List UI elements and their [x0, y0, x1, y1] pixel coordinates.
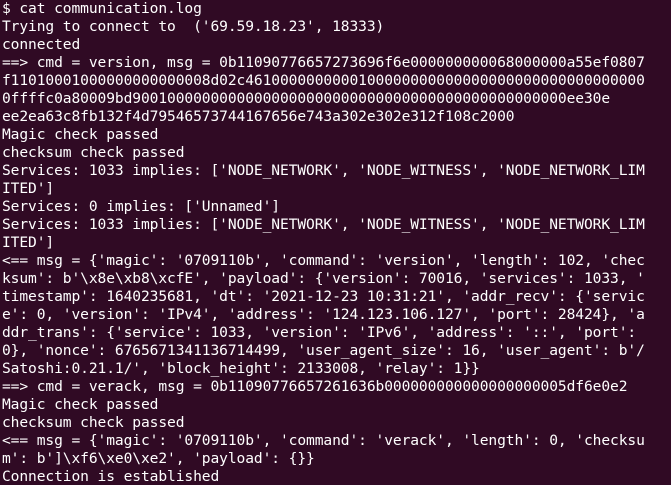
- terminal-line: ksum': b'\x8e\xb8\xcfE', 'payload': {'ve…: [2, 270, 645, 287]
- terminal-line: 0}, 'nonce': 6765671341136714499, 'user_…: [2, 342, 645, 359]
- terminal-line: ee2ea63c8fb132f4d79546573744167656e743a3…: [2, 108, 515, 125]
- terminal-line-prompt: $ cat communication.log: [2, 0, 202, 17]
- terminal-line: <== msg = {'magic': '0709110b', 'command…: [2, 432, 645, 449]
- terminal-line: ITED']: [2, 234, 55, 251]
- terminal-line: timestamp': 1640235681, 'dt': '2021-12-2…: [2, 288, 645, 305]
- terminal-line: ITED']: [2, 180, 55, 197]
- terminal-line: Magic check passed: [2, 126, 159, 143]
- terminal-window[interactable]: $ cat communication.log Trying to connec…: [0, 0, 671, 485]
- terminal-line: Services: 0 implies: ['Unnamed']: [2, 198, 280, 215]
- terminal-line: ==> cmd = verack, msg = 0b11090776657261…: [2, 378, 628, 395]
- terminal-line: Trying to connect to ('69.59.18.23', 183…: [2, 18, 385, 35]
- terminal-line: f11010001000000000000008d02c461000000000…: [2, 72, 645, 89]
- terminal-line: Services: 1033 implies: ['NODE_NETWORK',…: [2, 162, 645, 179]
- terminal-line: ==> cmd = version, msg = 0b1109077665727…: [2, 54, 645, 71]
- terminal-line: ddr_trans': {'service': 1033, 'version':…: [2, 324, 637, 341]
- terminal-line: Connection is established: [2, 468, 220, 485]
- terminal-line: checksum check passed: [2, 144, 185, 161]
- terminal-line: Services: 1033 implies: ['NODE_NETWORK',…: [2, 216, 645, 233]
- terminal-line: e': 0, 'version': 'IPv4', 'address': '12…: [2, 306, 645, 323]
- terminal-line: <== msg = {'magic': '0709110b', 'command…: [2, 252, 645, 269]
- terminal-line: 0ffffc0a80009bd9001000000000000000000000…: [2, 90, 611, 107]
- terminal-line: m': b']\xf6\xe0\xe2', 'payload': {}}: [2, 450, 315, 467]
- terminal-line: connected: [2, 36, 81, 53]
- terminal-line: Satoshi:0.21.1/', 'block_height': 213300…: [2, 360, 480, 377]
- terminal-line: checksum check passed: [2, 414, 185, 431]
- terminal-line: Magic check passed: [2, 396, 159, 413]
